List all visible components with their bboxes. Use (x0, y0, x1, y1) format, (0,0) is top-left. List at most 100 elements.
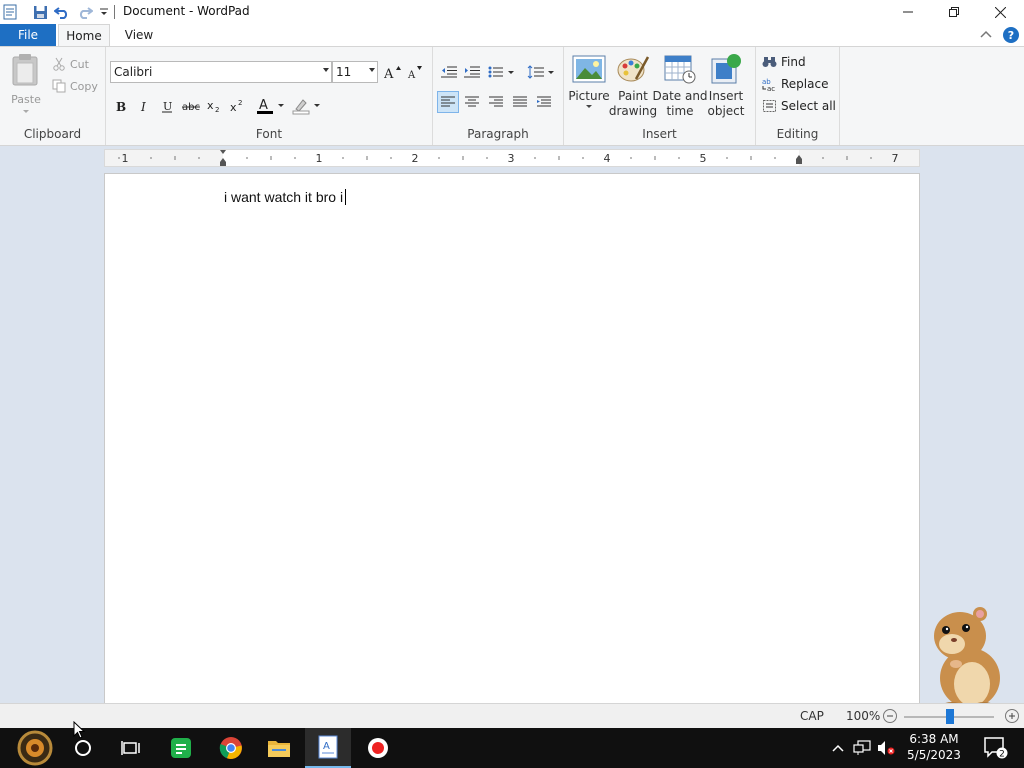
grow-font-button[interactable]: A (382, 61, 404, 83)
shrink-font-button[interactable]: A (404, 61, 426, 83)
taskbar-app-recorder[interactable] (355, 728, 401, 768)
editing-group: Find ab ac Replace Select all Editing (756, 47, 840, 145)
undo-icon[interactable] (52, 2, 72, 22)
indent-marker[interactable] (220, 150, 226, 166)
wordpad-app-icon[interactable] (0, 2, 20, 22)
bullets-button[interactable] (486, 61, 518, 83)
replace-button[interactable]: ab ac Replace (762, 77, 828, 91)
status-bar: CAP 100% (0, 703, 1024, 728)
font-size-select[interactable]: 11 (332, 61, 378, 83)
network-icon (853, 740, 871, 755)
date-time-label: Date and time (652, 89, 708, 118)
title-bar: Document - WordPad (0, 0, 1024, 24)
close-button[interactable] (977, 0, 1023, 24)
paint-drawing-button[interactable]: Paint drawing (608, 53, 658, 119)
minimize-ribbon-icon[interactable] (980, 30, 992, 40)
replace-label: Replace (781, 77, 829, 91)
tab-view[interactable]: View (116, 24, 162, 46)
copy-icon (52, 79, 66, 93)
font-family-value: Calibri (114, 65, 153, 79)
ribbon-tab-row: File Home View ? (0, 24, 1024, 46)
paragraph-settings-button[interactable] (533, 91, 555, 113)
redo-icon[interactable] (75, 2, 95, 22)
svg-text:I: I (140, 100, 146, 113)
bullet-list-icon (488, 66, 514, 78)
strikethrough-button[interactable]: abc (180, 95, 202, 117)
clipboard-group-label: Clipboard (23, 127, 82, 141)
align-left-button[interactable] (437, 91, 459, 113)
zoom-out-button[interactable] (883, 709, 897, 723)
task-view-icon (121, 741, 140, 755)
taskbar-app-sheets[interactable] (158, 728, 204, 768)
volume-button[interactable] (874, 728, 898, 768)
select-all-button[interactable]: Select all (762, 99, 836, 113)
document-page[interactable]: i want watch it bro i (104, 173, 920, 703)
strikethrough-icon: abc (182, 102, 200, 113)
align-right-button[interactable] (485, 91, 507, 113)
ruler-number: 4 (604, 152, 611, 165)
date-time-button[interactable]: Date and time (652, 53, 708, 119)
tab-home[interactable]: Home (58, 24, 110, 46)
increase-indent-button[interactable] (461, 61, 483, 83)
taskbar-app-wordpad[interactable]: A (305, 728, 351, 768)
paste-dropdown-icon (23, 110, 29, 113)
save-icon[interactable] (30, 2, 50, 22)
tab-file[interactable]: File (0, 24, 56, 46)
font-family-dropdown-icon (323, 68, 329, 72)
svg-text:A: A (384, 67, 394, 79)
picture-icon (572, 55, 606, 83)
font-family-select[interactable]: Calibri (110, 61, 332, 83)
calendar-clock-icon (664, 55, 696, 84)
task-view-button[interactable] (108, 728, 154, 768)
restore-icon (949, 7, 959, 17)
document-text[interactable]: i want watch it bro i (224, 189, 347, 205)
cut-button[interactable]: Cut (52, 57, 89, 71)
svg-text:A: A (323, 741, 330, 752)
cortana-circle-icon (75, 740, 91, 756)
action-center-button[interactable]: 2 (976, 728, 1016, 768)
svg-text:U: U (163, 100, 172, 113)
highlight-color-button[interactable] (290, 95, 324, 117)
subscript-button[interactable]: x2 (204, 95, 226, 117)
taskbar-app-chrome[interactable] (208, 728, 254, 768)
ruler[interactable]: 1 1 2 3 4 5 7 (104, 149, 920, 167)
right-indent-marker[interactable] (796, 155, 802, 164)
folder-icon (268, 741, 290, 757)
taskbar-app-file-explorer[interactable] (256, 728, 302, 768)
line-spacing-button[interactable] (525, 61, 557, 83)
record-icon (368, 738, 388, 758)
superscript-button[interactable]: x2 (227, 95, 249, 117)
zoom-slider-thumb[interactable] (946, 709, 954, 724)
paste-button[interactable]: Paste (7, 53, 45, 117)
show-hidden-icons-button[interactable] (826, 728, 850, 768)
line-spacing-icon (527, 65, 554, 79)
document-text-content: i want watch it bro i (224, 189, 344, 205)
paint-drawing-label: Paint drawing (608, 89, 658, 118)
minimize-button[interactable] (885, 0, 931, 24)
start-orb-icon (17, 730, 53, 766)
shrink-font-icon: A (407, 66, 422, 79)
start-button[interactable] (10, 728, 60, 768)
customize-quick-access-icon[interactable] (94, 2, 114, 22)
svg-text:x: x (207, 99, 214, 112)
taskbar-clock[interactable]: 6:38 AM 5/5/2023 (900, 731, 968, 763)
bold-button[interactable]: B (110, 95, 132, 117)
justify-button[interactable] (509, 91, 531, 113)
caps-lock-indicator: CAP (800, 709, 824, 723)
insert-object-button[interactable]: Insert object (703, 53, 749, 119)
copy-button[interactable]: Copy (52, 79, 98, 93)
restore-button[interactable] (931, 0, 977, 24)
zoom-in-button[interactable] (1005, 709, 1019, 723)
help-icon[interactable]: ? (1002, 26, 1020, 44)
align-center-button[interactable] (461, 91, 483, 113)
network-button[interactable] (850, 728, 874, 768)
italic-button[interactable]: I (133, 95, 155, 117)
underline-button[interactable]: U (156, 95, 178, 117)
insert-group: Picture Paint drawing Date and time Inse… (564, 47, 756, 145)
picture-button[interactable]: Picture (566, 53, 612, 110)
find-button[interactable]: Find (762, 55, 806, 69)
decrease-indent-button[interactable] (438, 61, 460, 83)
font-color-button[interactable]: A (254, 95, 288, 117)
svg-text:A: A (407, 70, 416, 79)
ruler-number: 1 (122, 152, 129, 165)
